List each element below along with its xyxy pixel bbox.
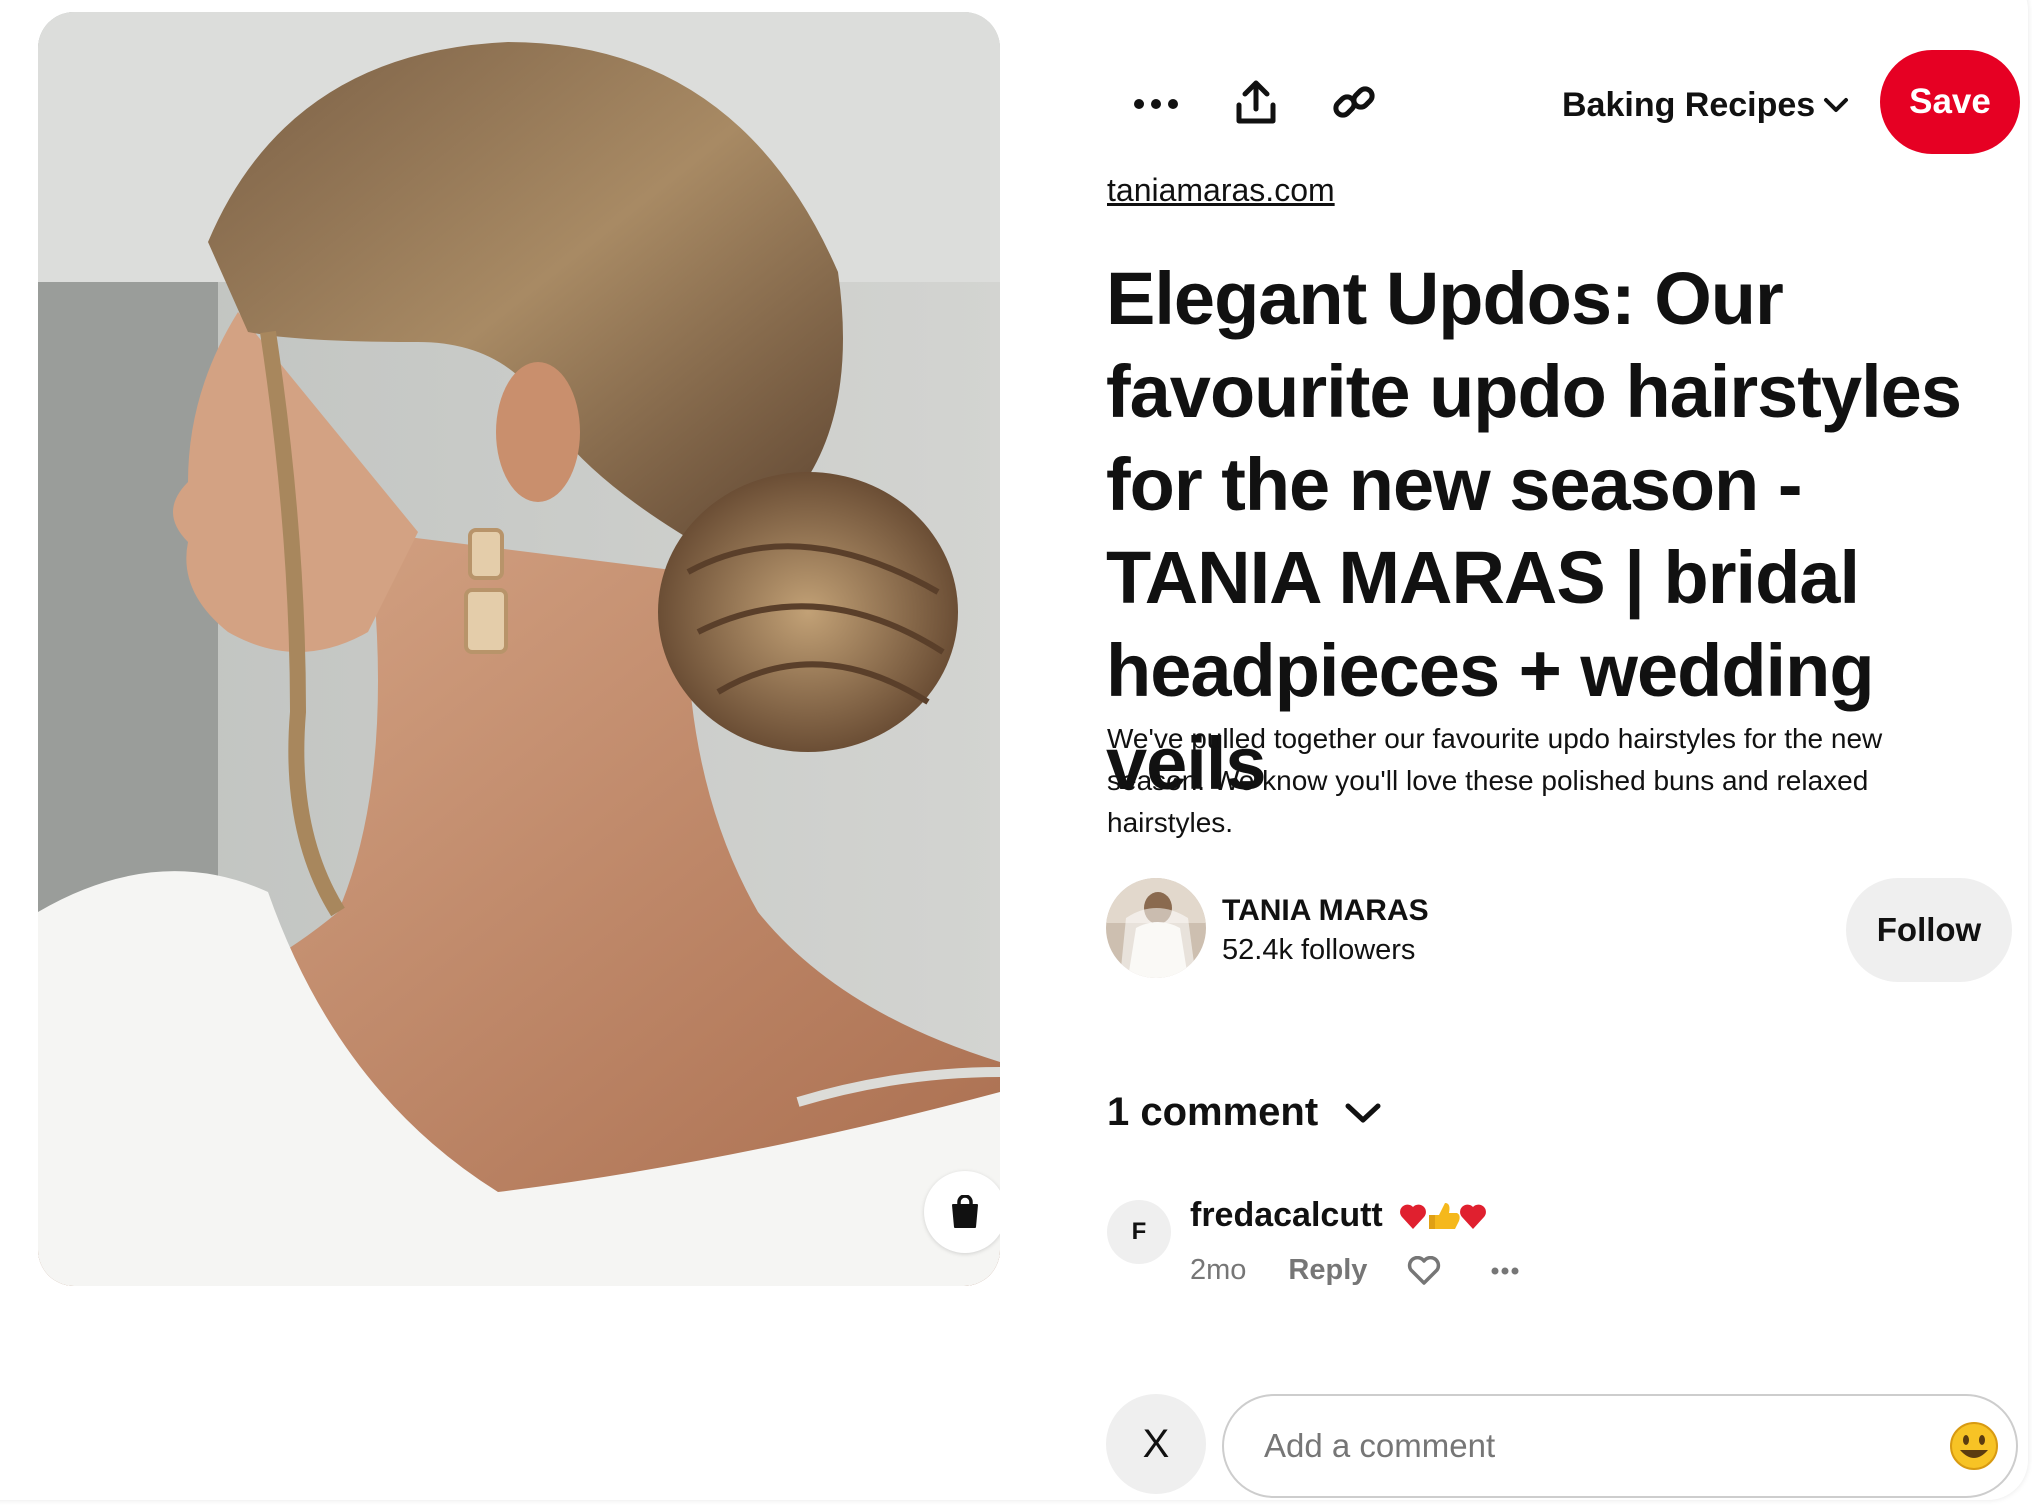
shop-button[interactable]: [924, 1171, 1000, 1253]
share-button[interactable]: [1228, 72, 1284, 132]
copy-link-button[interactable]: [1326, 74, 1382, 130]
reply-button[interactable]: Reply: [1288, 1254, 1367, 1287]
link-icon: [1333, 86, 1375, 118]
comment-more-button[interactable]: [1491, 1267, 1519, 1275]
shopping-bag-icon: [952, 1195, 978, 1228]
pin-description: We've pulled together our favourite updo…: [1107, 723, 1883, 838]
add-comment-input[interactable]: [1262, 1426, 1906, 1466]
source-link[interactable]: taniamaras.com: [1107, 172, 1335, 209]
chevron-down-icon: [1824, 98, 1849, 112]
share-upload-icon: [1236, 80, 1276, 124]
current-user-avatar[interactable]: X: [1106, 1394, 1206, 1494]
more-options-button[interactable]: [1126, 78, 1186, 130]
heart-thumbsup-heart-emoji: [1399, 1202, 1486, 1229]
pin-image[interactable]: [38, 12, 1000, 1286]
ellipsis-icon: [1134, 99, 1178, 109]
ellipsis-icon: [1491, 1267, 1519, 1274]
comment-timestamp: 2mo: [1190, 1254, 1247, 1286]
board-selector[interactable]: Baking Recipes: [1562, 80, 1849, 130]
board-name: Baking Recipes: [1562, 85, 1816, 124]
commenter-username[interactable]: fredacalcutt: [1190, 1196, 1383, 1235]
like-comment-button[interactable]: [1407, 1255, 1441, 1286]
comments-toggle[interactable]: 1 comment: [1107, 1090, 1382, 1135]
comment-text: fredacalcutt ♥👍♥: [1190, 1196, 1487, 1235]
comment-count-label: 1 comment: [1107, 1090, 1319, 1134]
smiley-icon: [1950, 1422, 1998, 1470]
comment-composer[interactable]: [1222, 1394, 2018, 1498]
emoji-picker-button[interactable]: [1948, 1420, 2000, 1477]
creator-avatar[interactable]: [1106, 878, 1206, 978]
comment-meta: 2mo Reply: [1190, 1254, 1519, 1287]
follow-button[interactable]: Follow: [1846, 878, 2012, 982]
heart-outline-icon: [1408, 1255, 1441, 1285]
creator-name[interactable]: TANIA MARAS: [1222, 894, 1429, 928]
save-button[interactable]: Save: [1880, 50, 2020, 154]
creator-followers: 52.4k followers: [1222, 934, 1416, 966]
chevron-down-icon: [1345, 1103, 1381, 1122]
woman-updo-photo: [38, 12, 1000, 1286]
commenter-avatar[interactable]: F: [1107, 1200, 1171, 1264]
